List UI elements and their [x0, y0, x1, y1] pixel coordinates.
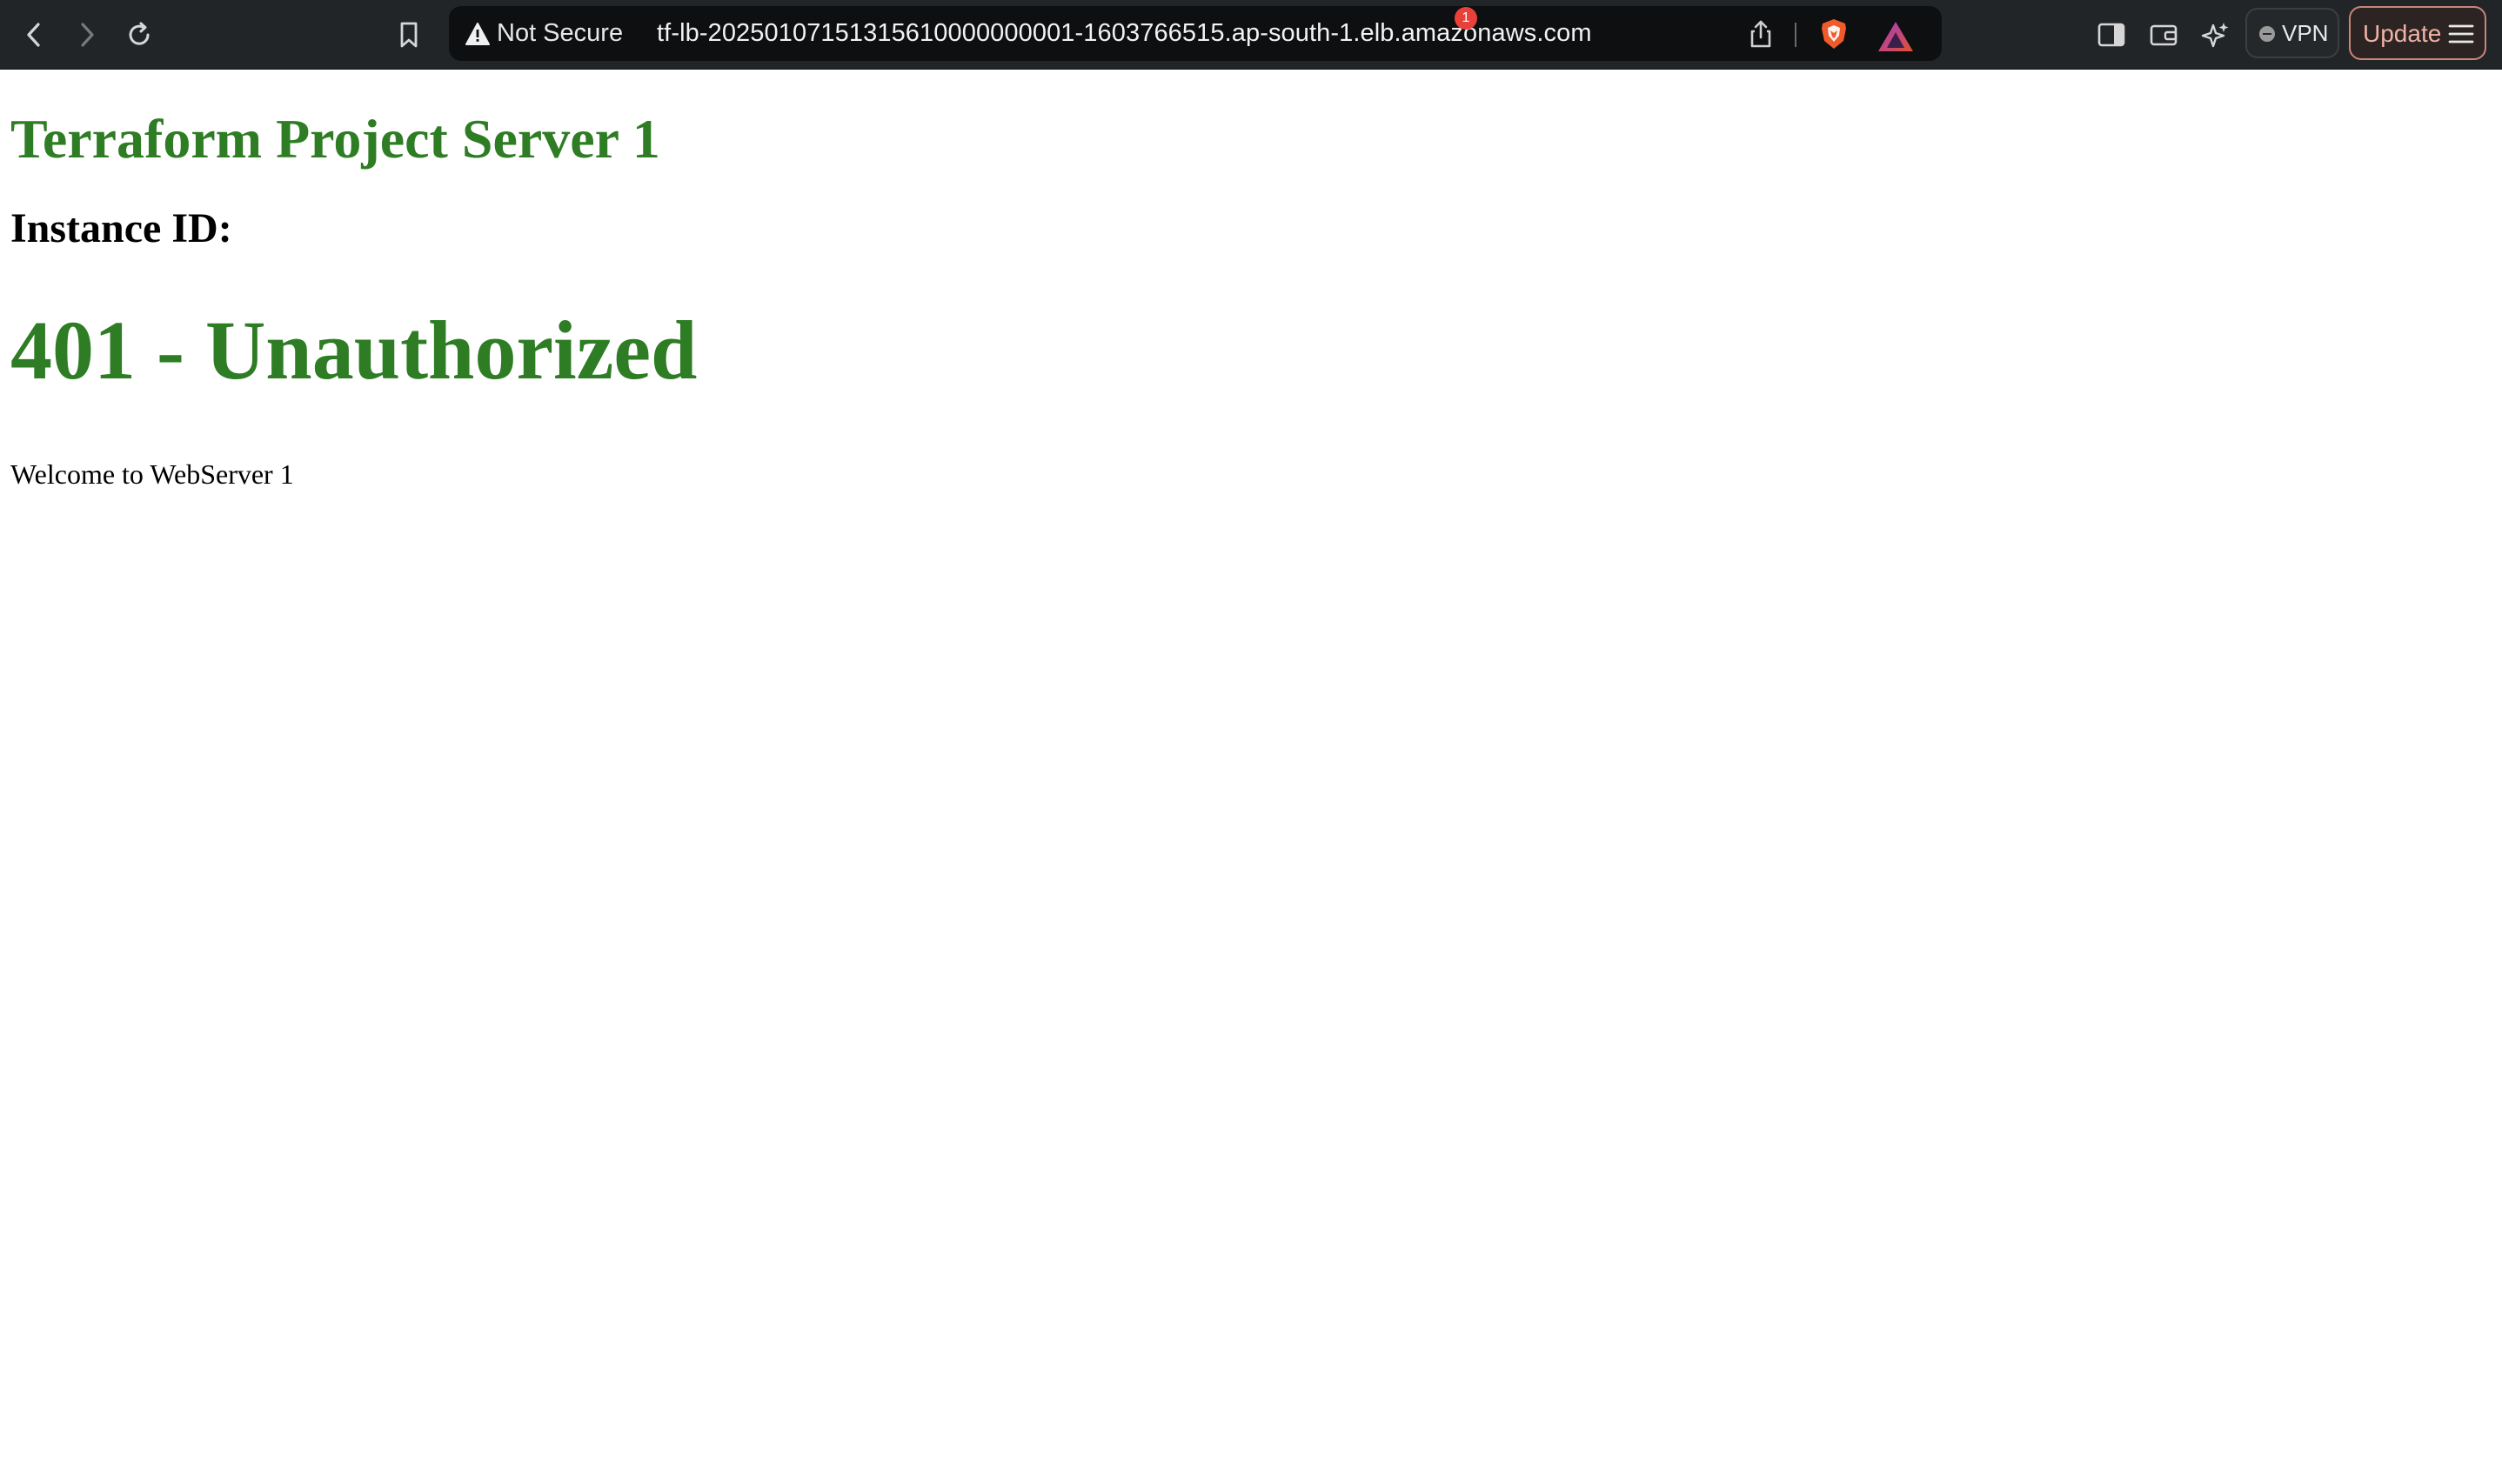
vpn-button[interactable]: VPN — [2245, 8, 2339, 58]
rewards-notification-badge: 1 — [1455, 7, 1477, 30]
address-bar[interactable]: Not Secure tf-lb-20250107151315610000000… — [449, 6, 1942, 61]
browser-toolbar: Not Secure tf-lb-20250107151315610000000… — [0, 0, 2502, 70]
leo-ai-icon — [2201, 23, 2229, 48]
address-bar-divider — [1795, 23, 1796, 47]
bookmark-icon — [400, 22, 418, 48]
url-text[interactable]: tf-lb-20250107151315610000000001-1603766… — [657, 18, 1592, 48]
error-heading: 401 - Unauthorized — [10, 304, 698, 397]
brave-rewards-icon[interactable] — [1874, 17, 1917, 55]
bookmark-button[interactable] — [388, 14, 430, 56]
page-content: Terraform Project Server 1 Instance ID: … — [0, 70, 2502, 1484]
back-arrow-icon — [27, 23, 40, 47]
sidebar-toggle-button[interactable] — [2091, 14, 2132, 56]
hamburger-menu-icon — [2448, 24, 2474, 43]
reload-button[interactable] — [118, 14, 160, 56]
forward-arrow-icon — [81, 23, 94, 47]
back-button[interactable] — [14, 14, 56, 56]
update-menu-button[interactable]: Update — [2349, 6, 2486, 60]
reload-icon — [129, 22, 150, 45]
wallet-button[interactable] — [2143, 14, 2184, 56]
vpn-label: VPN — [2282, 20, 2329, 46]
welcome-text: Welcome to WebServer 1 — [10, 458, 294, 490]
instance-id-label: Instance ID: — [10, 205, 232, 251]
forward-button[interactable] — [65, 14, 107, 56]
security-status-label[interactable]: Not Secure — [497, 18, 623, 48]
sidebar-icon — [2097, 23, 2125, 47]
leo-ai-button[interactable] — [2195, 14, 2237, 56]
update-label: Update — [2363, 20, 2442, 47]
share-icon[interactable] — [1745, 18, 1776, 50]
warning-triangle-icon — [465, 23, 490, 45]
brave-shields-icon[interactable] — [1816, 17, 1851, 51]
page-title: Terraform Project Server 1 — [10, 108, 660, 170]
wallet-icon — [2150, 24, 2178, 46]
vpn-status-icon — [2259, 26, 2275, 42]
